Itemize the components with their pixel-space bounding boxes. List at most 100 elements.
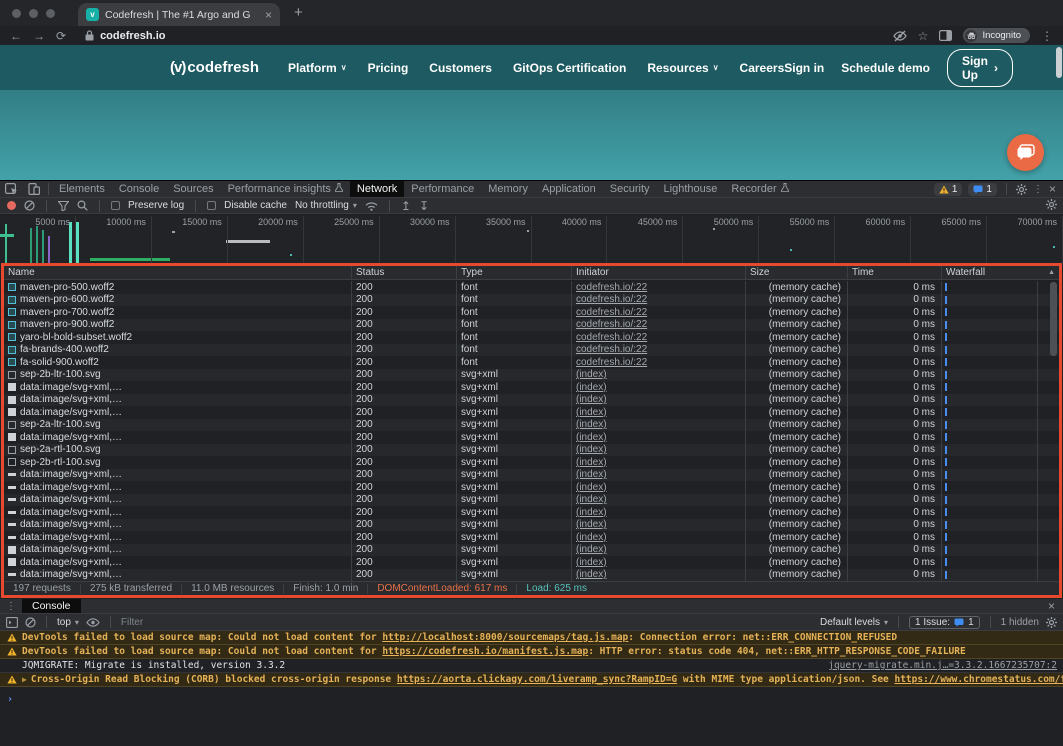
warnings-badge[interactable]: 1 [934,183,963,196]
page-scrollbar[interactable] [1056,47,1062,78]
message-source-link[interactable]: jquery-migrate.min.j…=3.3.2.1667235707:2 [828,659,1057,672]
column-header-name[interactable]: Name [4,266,351,279]
drawer-menu-icon[interactable]: ⋮ [0,601,22,612]
tab-lighthouse[interactable]: Lighthouse [657,181,725,197]
console-filter-input[interactable] [121,617,813,628]
nav-item-resources[interactable]: Resources∨ [647,61,718,75]
initiator-link[interactable]: (index) [576,369,607,380]
log-levels-select[interactable]: Default levels ▾ [820,617,888,628]
message-link[interactable]: http://localhost:8000/sourcemaps/tag.js.… [382,632,628,643]
record-icon[interactable] [7,201,16,210]
tab-memory[interactable]: Memory [481,181,535,197]
codefresh-logo[interactable]: (v) codefresh [170,59,259,76]
tab-sources[interactable]: Sources [166,181,220,197]
tab-performance[interactable]: Performance [404,181,481,197]
schedule-demo-link[interactable]: Schedule demo [841,61,930,75]
table-row[interactable]: data:image/svg+xml,…200svg+xml(index)(me… [4,431,1059,444]
initiator-link[interactable]: (index) [576,457,607,468]
initiator-link[interactable]: codefresh.io/:22 [576,332,647,343]
table-row[interactable]: data:image/svg+xml,…200svg+xml(index)(me… [4,531,1059,544]
console-prompt[interactable]: › [0,687,1063,709]
context-select[interactable]: top ▾ [57,617,79,628]
message-link[interactable]: https://aorta.clickagy.com/liveramp_sync… [397,674,677,685]
export-har-icon[interactable]: ↧ [419,200,429,212]
url-field[interactable]: codefresh.io [85,30,165,42]
initiator-link[interactable]: (index) [576,569,607,580]
maximize-window-icon[interactable] [46,9,55,18]
search-icon[interactable] [77,200,88,211]
column-header-initiator[interactable]: Initiator [571,266,745,279]
issues-badge[interactable]: 1 [968,183,997,196]
browser-menu-icon[interactable]: ⋮ [1041,30,1053,42]
table-row[interactable]: maven-pro-500.woff2200fontcodefresh.io/:… [4,281,1059,294]
tab-application[interactable]: Application [535,181,603,197]
live-expression-eye-icon[interactable] [86,618,100,627]
initiator-link[interactable]: (index) [576,382,607,393]
table-row[interactable]: data:image/svg+xml,…200svg+xml(index)(me… [4,481,1059,494]
console-settings-gear-icon[interactable] [1046,617,1057,628]
table-row[interactable]: sep-2b-rtl-100.svg200svg+xml(index)(memo… [4,456,1059,469]
console-message[interactable]: ▶Cross-Origin Read Blocking (CORB) block… [0,673,1063,687]
nav-item-platform[interactable]: Platform∨ [288,61,347,75]
initiator-link[interactable]: (index) [576,482,607,493]
minimize-window-icon[interactable] [29,9,38,18]
initiator-link[interactable]: codefresh.io/:22 [576,319,647,330]
tab-elements[interactable]: Elements [52,181,112,197]
initiator-link[interactable]: codefresh.io/:22 [576,307,647,318]
table-row[interactable]: maven-pro-600.woff2200fontcodefresh.io/:… [4,294,1059,307]
network-settings-gear-icon[interactable] [1046,197,1057,215]
devtools-close-icon[interactable]: × [1049,183,1056,195]
clear-icon[interactable] [24,200,35,211]
drawer-tab-console[interactable]: Console [22,599,81,613]
disable-cache-checkbox[interactable] [207,201,216,210]
console-sidebar-icon[interactable] [6,617,18,628]
nav-item-pricing[interactable]: Pricing [368,61,409,75]
tab-performance-insights[interactable]: Performance insights [221,181,350,197]
device-toolbar-icon[interactable] [23,183,45,195]
initiator-link[interactable]: codefresh.io/:22 [576,344,647,355]
issues-counter[interactable]: 1 Issue: 1 [909,616,980,629]
devtools-menu-icon[interactable]: ⋮ [1033,184,1043,195]
initiator-link[interactable]: (index) [576,419,607,430]
nav-item-customers[interactable]: Customers [429,61,492,75]
table-row[interactable]: data:image/svg+xml,…200svg+xml(index)(me… [4,469,1059,482]
back-icon[interactable]: ← [10,30,22,42]
initiator-link[interactable]: (index) [576,469,607,480]
clear-console-icon[interactable] [25,617,36,628]
table-row[interactable]: data:image/svg+xml,…200svg+xml(index)(me… [4,519,1059,532]
throttling-select[interactable]: No throttling ▾ [295,200,357,211]
expand-triangle-icon[interactable]: ▶ [22,675,27,684]
column-header-size[interactable]: Size [745,266,847,279]
initiator-link[interactable]: (index) [576,544,607,555]
tab-security[interactable]: Security [603,181,657,197]
initiator-link[interactable]: (index) [576,407,607,418]
table-scrollbar[interactable] [1050,282,1057,356]
column-header-waterfall[interactable]: Waterfall▲ [941,266,1059,279]
table-row[interactable]: data:image/svg+xml,…200svg+xml(index)(me… [4,506,1059,519]
bookmark-star-icon[interactable]: ☆ [918,30,929,42]
side-panel-icon[interactable] [939,30,952,41]
window-controls[interactable] [12,9,55,18]
close-tab-icon[interactable]: × [265,9,272,21]
table-row[interactable]: fa-solid-900.woff2200fontcodefresh.io/:2… [4,356,1059,369]
table-row[interactable]: sep-2a-rtl-100.svg200svg+xml(index)(memo… [4,444,1059,457]
filter-icon[interactable] [58,201,69,211]
table-row[interactable]: data:image/svg+xml,…200svg+xml(index)(me… [4,394,1059,407]
tab-recorder[interactable]: Recorder [724,181,795,197]
table-row[interactable]: fa-brands-400.woff2200fontcodefresh.io/:… [4,344,1059,357]
initiator-link[interactable]: (index) [576,444,607,455]
nav-item-gitops-certification[interactable]: GitOps Certification [513,61,626,75]
preserve-log-checkbox[interactable] [111,201,120,210]
table-row[interactable]: data:image/svg+xml,…200svg+xml(index)(me… [4,406,1059,419]
settings-gear-icon[interactable] [1016,184,1027,195]
table-row[interactable]: sep-2a-ltr-100.svg200svg+xml(index)(memo… [4,419,1059,432]
initiator-link[interactable]: codefresh.io/:22 [576,294,647,305]
browser-tab[interactable]: v Codefresh | The #1 Argo and G × [78,3,280,26]
message-link[interactable]: https://www.chromestatus.com/feature/562… [894,674,1063,685]
table-row[interactable]: data:image/svg+xml,…200svg+xml(index)(me… [4,381,1059,394]
chat-widget-button[interactable] [1007,134,1044,171]
console-message[interactable]: DevTools failed to load source map: Coul… [0,645,1063,659]
reload-icon[interactable]: ⟳ [56,30,66,42]
console-message[interactable]: jquery-migrate.min.j…=3.3.2.1667235707:2… [0,659,1063,673]
sign-in-link[interactable]: Sign in [784,61,824,75]
